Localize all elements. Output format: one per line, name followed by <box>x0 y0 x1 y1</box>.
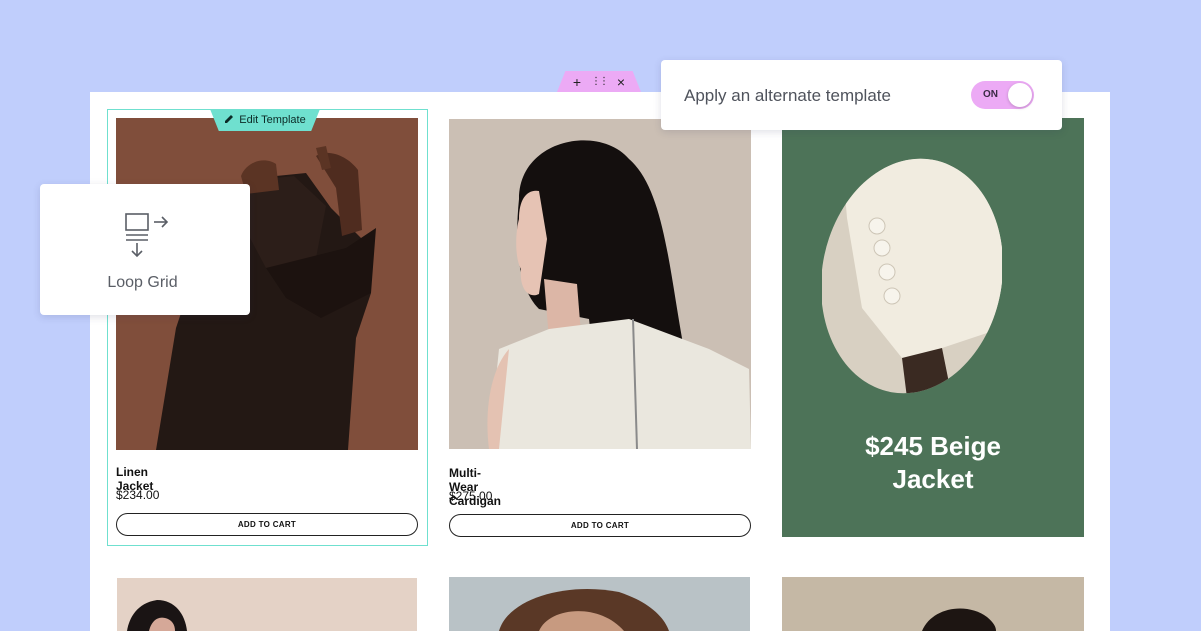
promo-line-2: Jacket <box>892 464 974 494</box>
promo-card[interactable]: $245 Beige Jacket <box>782 118 1084 537</box>
toggle-knob[interactable] <box>1008 83 1032 107</box>
drag-handle-icon[interactable]: ⋮⋮ <box>589 71 609 92</box>
alternate-template-toggle[interactable]: ON <box>971 81 1034 109</box>
promo-line-1: $245 Beige <box>865 431 1001 461</box>
loop-grid-icon <box>125 213 169 258</box>
promo-image <box>822 158 1002 398</box>
close-icon[interactable]: × <box>611 71 631 92</box>
container-handle[interactable]: + ⋮⋮ × <box>557 71 641 92</box>
selected-item-outline <box>107 109 428 546</box>
product-price: $275.00 <box>449 489 493 503</box>
edit-template-label: Edit Template <box>239 114 306 126</box>
product-card-row2-3[interactable] <box>782 577 1084 631</box>
promo-headline: $245 Beige Jacket <box>782 430 1084 496</box>
loop-grid-label: Loop Grid <box>107 274 178 291</box>
edit-template-button[interactable]: Edit Template <box>210 109 320 131</box>
product-card-row2-2[interactable] <box>449 577 750 631</box>
product-image[interactable] <box>449 119 751 449</box>
loop-grid-widget[interactable]: Loop Grid <box>40 184 250 315</box>
add-icon[interactable]: + <box>567 71 587 92</box>
alternate-template-label: Apply an alternate template <box>684 86 891 105</box>
toggle-state-text: ON <box>983 89 998 100</box>
pencil-icon <box>224 114 234 127</box>
product-card-row2-1[interactable] <box>117 578 417 631</box>
alternate-template-panel: Apply an alternate template ON <box>661 60 1062 130</box>
add-to-cart-button[interactable]: ADD TO CART <box>449 514 751 537</box>
